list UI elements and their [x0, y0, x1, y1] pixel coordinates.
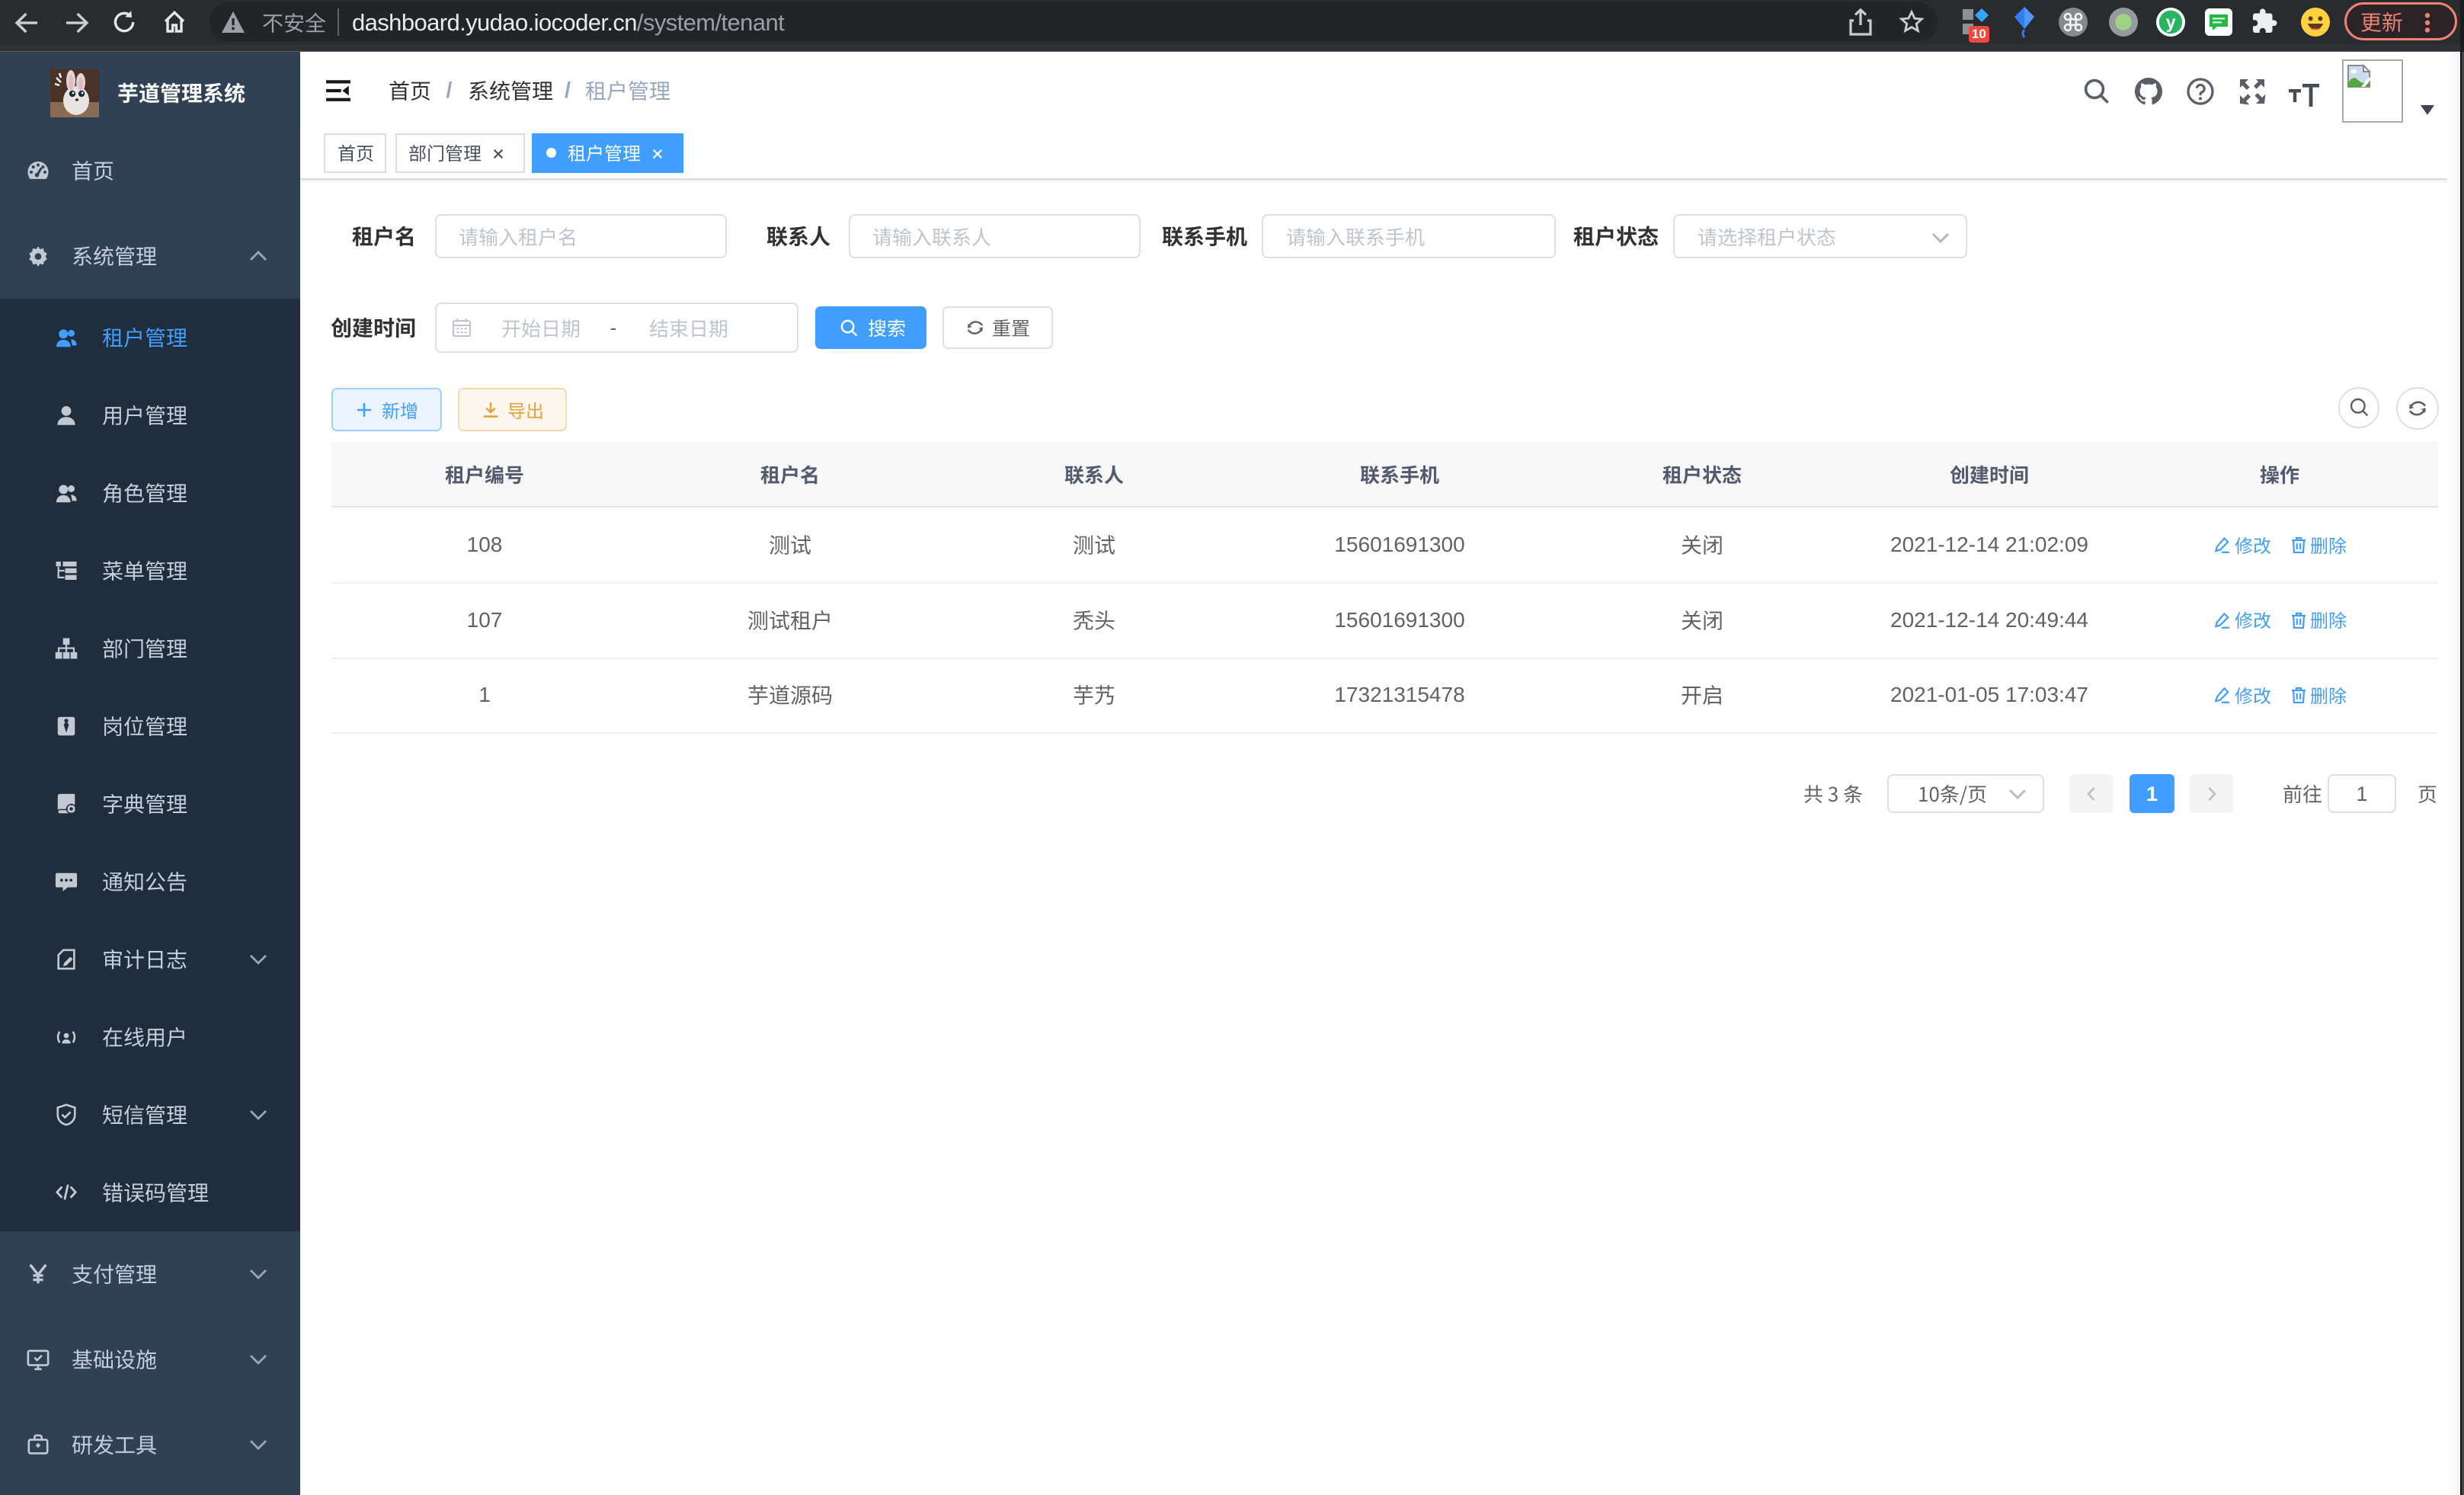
svg-text:y: y: [2166, 12, 2176, 32]
